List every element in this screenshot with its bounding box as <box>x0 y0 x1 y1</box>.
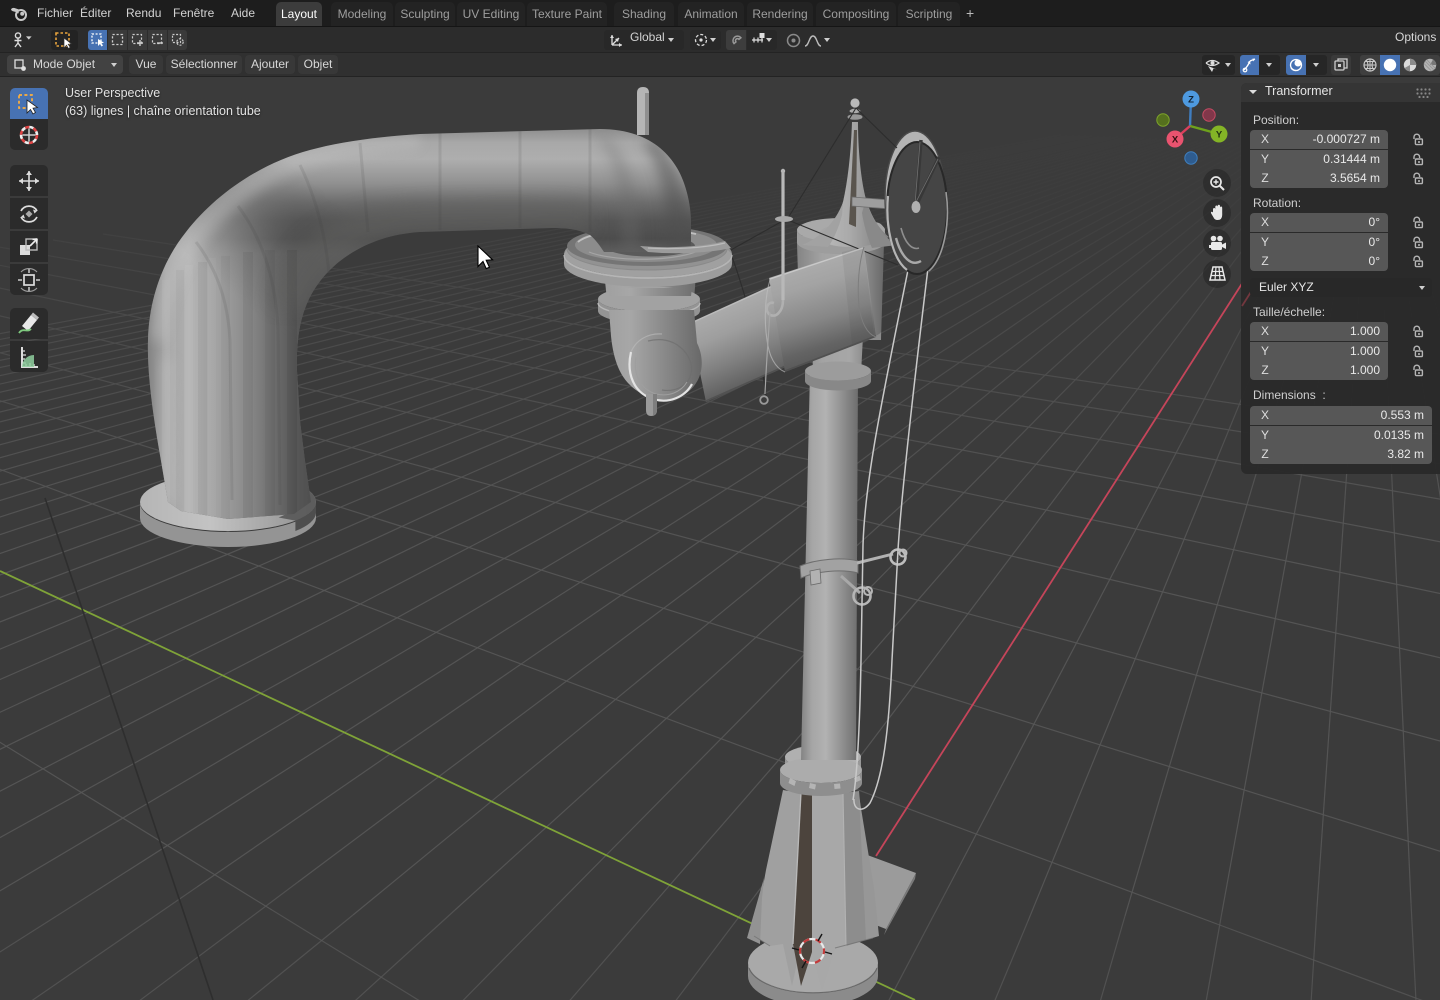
svg-text:Z: Z <box>1188 95 1194 106</box>
svg-text:Y: Y <box>1216 130 1223 141</box>
svg-text:X: X <box>1172 135 1179 146</box>
